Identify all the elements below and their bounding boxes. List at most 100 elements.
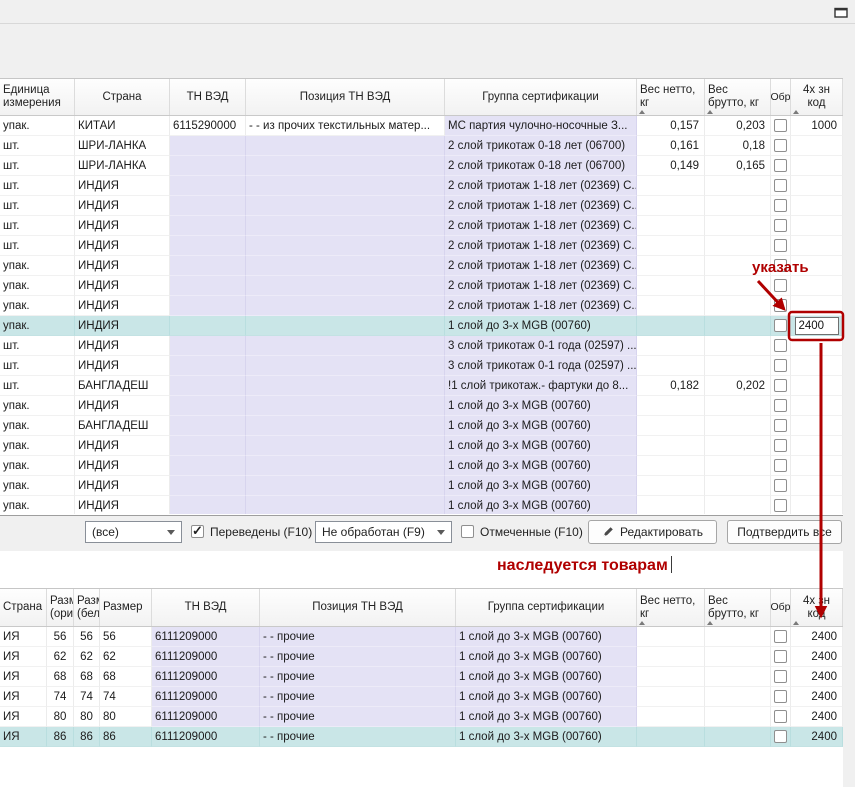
table-row[interactable]: упак.ИНДИЯ1 слой до 3-х MGB (00760)2400	[0, 316, 843, 336]
row-checkbox[interactable]	[774, 459, 787, 472]
table-row[interactable]: шт.ШРИ-ЛАНКА2 слой трикотаж 0-18 лет (06…	[0, 156, 843, 176]
chk-cell	[771, 476, 791, 496]
table-row[interactable]: ИЯ6868686111209000- - прочие1 слой до 3-…	[0, 667, 843, 687]
position-cell	[246, 276, 445, 296]
row-checkbox[interactable]	[774, 279, 787, 292]
chk-cell	[771, 416, 791, 436]
table-row[interactable]: шт.ШРИ-ЛАНКА2 слой трикотаж 0-18 лет (06…	[0, 136, 843, 156]
row-checkbox[interactable]	[774, 650, 787, 663]
row-checkbox[interactable]	[774, 479, 787, 492]
translated-checkbox[interactable]: ✓	[191, 525, 204, 538]
row-checkbox[interactable]	[774, 319, 787, 332]
row-checkbox[interactable]	[774, 379, 787, 392]
chk-cell	[771, 376, 791, 396]
table-row[interactable]: шт.БАНГЛАДЕШ!1 слой трикотаж.- фартуки д…	[0, 376, 843, 396]
column-header-size_ori[interactable]: Разм(ори	[47, 589, 74, 626]
table-row[interactable]: ИЯ6262626111209000- - прочие1 слой до 3-…	[0, 647, 843, 667]
column-header-size[interactable]: Размер	[100, 589, 152, 626]
table-row[interactable]: шт.ИНДИЯ3 слой трикотаж 0-1 года (02597)…	[0, 336, 843, 356]
table-row[interactable]: упак.ИНДИЯ1 слой до 3-х MGB (00760)	[0, 436, 843, 456]
row-checkbox[interactable]	[774, 710, 787, 723]
position-cell	[246, 256, 445, 276]
row-checkbox[interactable]	[774, 419, 787, 432]
table-row[interactable]: упак.ИНДИЯ1 слой до 3-х MGB (00760)	[0, 456, 843, 476]
column-header-group[interactable]: Группа сертификации	[445, 79, 637, 115]
size_bel-cell: 68	[74, 667, 100, 687]
row-checkbox[interactable]	[774, 730, 787, 743]
column-header-chk[interactable]: Обр	[771, 589, 791, 626]
translated-checkbox-label[interactable]: Переведены (F10)	[210, 525, 312, 539]
table-row[interactable]: упак.ИНДИЯ2 слой триотаж 1-18 лет (02369…	[0, 276, 843, 296]
row-checkbox[interactable]	[774, 219, 787, 232]
table-row[interactable]: упак.БАНГЛАДЕШ1 слой до 3-х MGB (00760)	[0, 416, 843, 436]
row-checkbox[interactable]	[774, 670, 787, 683]
column-header-gross[interactable]: Весбрутто, кг	[705, 589, 771, 626]
tnved-cell: 6111209000	[152, 727, 260, 747]
tnved-cell	[170, 256, 246, 276]
row-checkbox[interactable]	[774, 359, 787, 372]
table-row[interactable]: упак.ИНДИЯ2 слой триотаж 1-18 лет (02369…	[0, 256, 843, 276]
edit-button-label: Редактировать	[620, 525, 703, 539]
column-header-position[interactable]: Позиция ТН ВЭД	[246, 79, 445, 115]
filter-all-dropdown[interactable]: (все)	[85, 521, 182, 543]
table-row[interactable]: упак.ИНДИЯ2 слой триотаж 1-18 лет (02369…	[0, 296, 843, 316]
tnved-cell	[170, 356, 246, 376]
group-cell: 2 слой трикотаж 0-18 лет (06700)	[445, 156, 637, 176]
window-icon[interactable]	[834, 5, 848, 23]
marked-checkbox-label[interactable]: Отмеченные (F10)	[480, 525, 583, 539]
column-header-group[interactable]: Группа сертификации	[456, 589, 637, 626]
column-header-net[interactable]: Вес нетто,кг	[637, 589, 705, 626]
row-checkbox[interactable]	[774, 139, 787, 152]
table-row[interactable]: шт.ИНДИЯ2 слой триотаж 1-18 лет (02369) …	[0, 176, 843, 196]
column-header-size_bel[interactable]: Разм(бел.)	[74, 589, 100, 626]
row-checkbox[interactable]	[774, 339, 787, 352]
column-header-label: брутто, кг	[708, 97, 759, 110]
row-checkbox[interactable]	[774, 239, 787, 252]
column-header-tnved[interactable]: ТН ВЭД	[170, 79, 246, 115]
table-row[interactable]: упак.ИНДИЯ1 слой до 3-х MGB (00760)	[0, 476, 843, 496]
table-row[interactable]: ИЯ5656566111209000- - прочие1 слой до 3-…	[0, 627, 843, 647]
column-header-country[interactable]: Страна	[0, 589, 47, 626]
row-checkbox[interactable]	[774, 299, 787, 312]
tnved-cell	[170, 156, 246, 176]
group-value: 2 слой триотаж 1-18 лет (02369) С...	[448, 220, 636, 232]
table-row[interactable]: ИЯ8080806111209000- - прочие1 слой до 3-…	[0, 707, 843, 727]
table-row[interactable]: шт.ИНДИЯ3 слой трикотаж 0-1 года (02597)…	[0, 356, 843, 376]
column-header-code[interactable]: 4х знкод	[791, 589, 843, 626]
row-checkbox[interactable]	[774, 690, 787, 703]
column-header-tnved[interactable]: ТН ВЭД	[152, 589, 260, 626]
table-row[interactable]: упак.ИНДИЯ1 слой до 3-х MGB (00760)	[0, 396, 843, 416]
code-edit-field[interactable]: 2400	[795, 317, 839, 335]
column-header-unit[interactable]: Единицаизмерения	[0, 79, 75, 115]
status-dropdown[interactable]: Не обработан (F9)	[315, 521, 452, 543]
goods-table: ЕдиницаизмеренияСтранаТН ВЭДПозиция ТН В…	[0, 78, 843, 516]
column-header-chk[interactable]: Обр	[771, 79, 791, 115]
row-checkbox[interactable]	[774, 399, 787, 412]
column-header-position[interactable]: Позиция ТН ВЭД	[260, 589, 456, 626]
column-header-net[interactable]: Вес нетто,кг	[637, 79, 705, 115]
marked-checkbox[interactable]	[461, 525, 474, 538]
column-header-gross[interactable]: Весбрутто, кг	[705, 79, 771, 115]
row-checkbox[interactable]	[774, 199, 787, 212]
row-checkbox[interactable]	[774, 159, 787, 172]
gross-cell: 0,203	[705, 116, 771, 136]
table-row[interactable]: шт.ИНДИЯ2 слой триотаж 1-18 лет (02369) …	[0, 216, 843, 236]
net-cell	[637, 236, 705, 256]
table-row[interactable]: ИЯ7474746111209000- - прочие1 слой до 3-…	[0, 687, 843, 707]
row-checkbox[interactable]	[774, 179, 787, 192]
column-header-country[interactable]: Страна	[75, 79, 170, 115]
row-checkbox[interactable]	[774, 630, 787, 643]
edit-button[interactable]: Редактировать	[588, 520, 717, 544]
table-row[interactable]: шт.ИНДИЯ2 слой триотаж 1-18 лет (02369) …	[0, 236, 843, 256]
group-value: 1 слой до 3-х MGB (00760)	[459, 671, 602, 683]
row-checkbox[interactable]	[774, 499, 787, 512]
confirm-all-button[interactable]: Подтвердить все	[727, 520, 842, 544]
row-checkbox[interactable]	[774, 439, 787, 452]
table-row[interactable]: ИЯ8686866111209000- - прочие1 слой до 3-…	[0, 727, 843, 747]
table-row[interactable]: упак.ИНДИЯ1 слой до 3-х MGB (00760)	[0, 496, 843, 514]
table-row[interactable]: шт.ИНДИЯ2 слой триотаж 1-18 лет (02369) …	[0, 196, 843, 216]
table-row[interactable]: упак.КИТАЙ6115290000- - из прочих тексти…	[0, 116, 843, 136]
row-checkbox[interactable]	[774, 119, 787, 132]
column-header-code[interactable]: 4х знкод	[791, 79, 843, 115]
chk-cell	[771, 156, 791, 176]
